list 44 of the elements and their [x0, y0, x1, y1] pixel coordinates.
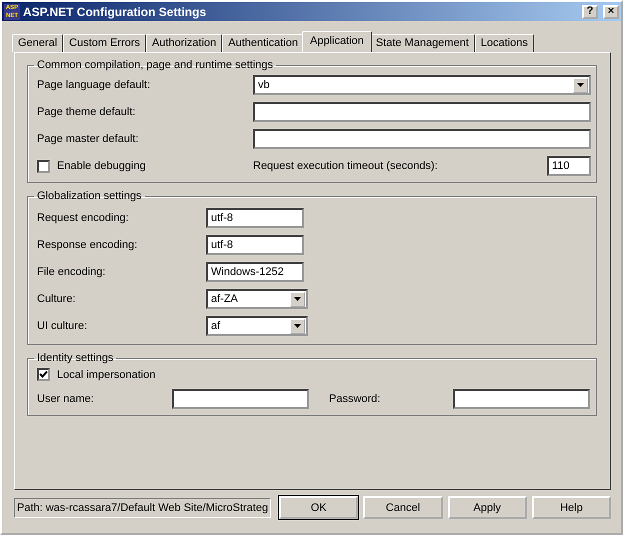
dialog-button[interactable]: Cancel [363, 496, 443, 519]
group-title: Globalization settings [36, 190, 143, 202]
dialog-button[interactable]: OK [279, 496, 358, 519]
tab[interactable]: State Management [370, 34, 475, 52]
password-field[interactable] [453, 389, 590, 409]
field-label: Request execution timeout (seconds): [253, 160, 438, 172]
group-title: Identity settings [36, 352, 114, 364]
checkbox[interactable] [37, 160, 50, 172]
help-button[interactable]: ? [582, 4, 598, 18]
tab[interactable]: Locations [474, 34, 534, 52]
checkbox-label: Enable debugging [57, 160, 146, 172]
field-label: Response encoding: [37, 239, 138, 251]
input-field[interactable] [253, 129, 591, 149]
input-field[interactable]: Windows-1252 [206, 262, 304, 282]
checkbox-label: Local impersonation [57, 368, 156, 380]
field-label: User name: [37, 393, 95, 405]
field-label: Page theme default: [37, 106, 136, 118]
input-field[interactable]: utf-8 [206, 235, 304, 255]
dialog-button[interactable]: Apply [448, 496, 527, 519]
field-label: UI culture: [37, 320, 88, 332]
dialog-button[interactable]: Help [532, 496, 612, 519]
close-button[interactable]: × [603, 4, 619, 18]
dropdown-field[interactable]: af-ZA [206, 289, 308, 309]
dropdown-field[interactable]: vb [253, 75, 591, 95]
window-title: ASP.NET Configuration Settings [23, 4, 206, 18]
tab[interactable]: Custom Errors [63, 34, 146, 52]
checkbox[interactable] [37, 368, 50, 381]
path-field: Path: was-rcassara7/Default Web Site/MicroStrateg [14, 498, 272, 518]
field-label: File encoding: [37, 266, 106, 278]
dropdown-field[interactable]: af [206, 316, 308, 336]
group-title: Common compilation, page and runtime settings [36, 59, 274, 71]
tab[interactable]: Authorization [146, 34, 222, 52]
field-label: Culture: [37, 293, 77, 305]
input-field[interactable] [172, 389, 309, 409]
field-label: Request encoding: [37, 212, 130, 224]
field-label: Page master default: [37, 133, 140, 145]
field-label: Page language default: [37, 79, 152, 91]
tab[interactable]: Authentication [222, 34, 304, 52]
input-field[interactable]: utf-8 [206, 208, 304, 228]
tab[interactable]: General [12, 34, 64, 52]
input-field[interactable] [253, 102, 591, 122]
tab[interactable]: Application [302, 31, 372, 52]
input-field[interactable]: 110 [547, 156, 591, 176]
field-label: Password: [329, 393, 382, 405]
